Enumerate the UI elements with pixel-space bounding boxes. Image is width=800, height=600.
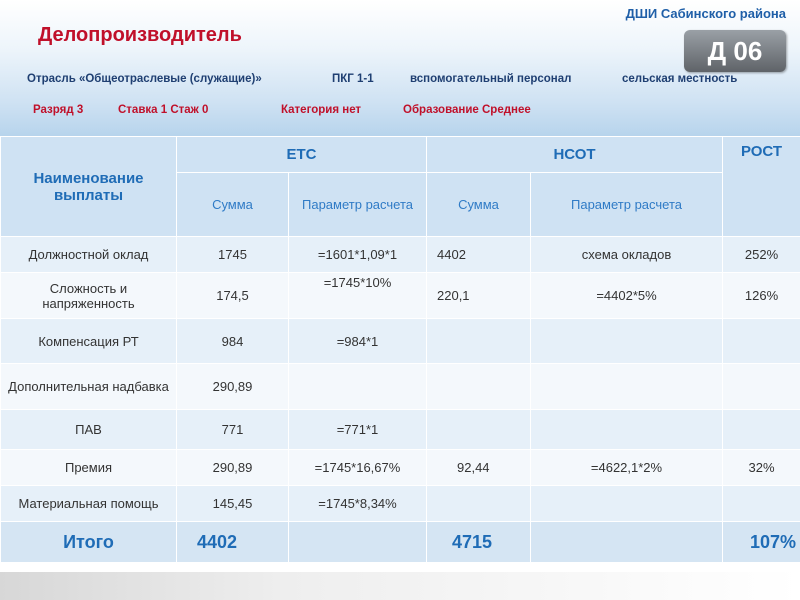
nsot-sum <box>426 485 531 522</box>
nsot-param: =4622,1*2% <box>530 449 723 486</box>
industry-label: Отрасль «Общеотраслевые (служащие)» <box>27 73 262 85</box>
ets-param <box>288 363 427 410</box>
ets-sum: 1745 <box>176 236 289 273</box>
nsot-param-header: Параметр расчета <box>530 172 723 237</box>
table-row: Материальная помощь 145,45 =1745*8,34% <box>0 485 800 522</box>
area-label: сельская местность <box>622 73 738 85</box>
ets-param: =1745*16,67% <box>288 449 427 486</box>
table-row: ПАВ 771 =771*1 <box>0 409 800 450</box>
nsot-sum <box>426 409 531 450</box>
pkg-label: ПКГ 1-1 <box>332 73 374 85</box>
growth-value: 32% <box>722 449 800 486</box>
staff-type-label: вспомогательный персонал <box>410 73 572 85</box>
category-label: Категория нет <box>281 104 362 116</box>
bottom-decorative-strip <box>0 572 800 600</box>
table-row: Сложность и напряженность 174,5 =1745*10… <box>0 272 800 319</box>
nsot-sum <box>426 363 531 410</box>
total-nsot-param <box>530 521 723 563</box>
total-growth: 107% <box>722 521 800 563</box>
ets-sum: 174,5 <box>176 272 289 319</box>
total-ets-sum: 4402 <box>176 521 289 563</box>
growth-value <box>722 318 800 364</box>
growth-value: 252% <box>722 236 800 273</box>
nsot-sum <box>426 318 531 364</box>
nsot-param <box>530 485 723 522</box>
ets-sum: 984 <box>176 318 289 364</box>
ets-sum: 290,89 <box>176 363 289 410</box>
education-label: Образование Среднее <box>403 104 531 116</box>
nsot-param: схема окладов <box>530 236 723 273</box>
payment-name: Сложность и напряженность <box>0 272 177 319</box>
growth-value <box>722 485 800 522</box>
ets-param: =984*1 <box>288 318 427 364</box>
payment-name: Должностной оклад <box>0 236 177 273</box>
ets-sum: 290,89 <box>176 449 289 486</box>
ets-sum: 771 <box>176 409 289 450</box>
nsot-sum-header: Сумма <box>426 172 531 237</box>
ets-sum-header: Сумма <box>176 172 289 237</box>
nsot-header: НСОТ <box>426 136 723 173</box>
organization-name: ДШИ Сабинского района <box>625 6 786 21</box>
ets-param: =1745*10% <box>288 272 427 319</box>
total-label: Итого <box>0 521 177 563</box>
payment-name: Премия <box>0 449 177 486</box>
table-row: Премия 290,89 =1745*16,67% 92,44 =4622,1… <box>0 449 800 486</box>
table-row: Дополнительная надбавка 290,89 <box>0 363 800 410</box>
total-ets-param <box>288 521 427 563</box>
nsot-param: =4402*5% <box>530 272 723 319</box>
growth-value: 126% <box>722 272 800 319</box>
nsot-sum: 220,1 <box>426 272 531 319</box>
ets-param: =1601*1,09*1 <box>288 236 427 273</box>
table-row: Компенсация РТ 984 =984*1 <box>0 318 800 364</box>
total-row: Итого 4402 4715 107% <box>0 521 800 563</box>
table-header-row: Наименование выплаты ЕТС НСОТ РОСТ <box>0 136 800 237</box>
nsot-sum: 4402 <box>426 236 531 273</box>
nsot-sum: 92,44 <box>426 449 531 486</box>
growth-value <box>722 409 800 450</box>
ets-sum: 145,45 <box>176 485 289 522</box>
ets-param: =771*1 <box>288 409 427 450</box>
growth-header: РОСТ <box>722 136 800 237</box>
ets-header: ЕТС <box>176 136 427 173</box>
payment-name: Компенсация РТ <box>0 318 177 364</box>
payment-name-header: Наименование выплаты <box>0 136 177 237</box>
payment-comparison-table: Наименование выплаты ЕТС НСОТ РОСТ Сумма… <box>0 136 800 563</box>
nsot-param <box>530 318 723 364</box>
total-nsot-sum: 4715 <box>426 521 531 563</box>
payment-name: Дополнительная надбавка <box>0 363 177 410</box>
rank-label: Разряд 3 <box>33 104 84 116</box>
payment-name: ПАВ <box>0 409 177 450</box>
position-code-badge: Д 06 <box>684 30 786 72</box>
ets-param: =1745*8,34% <box>288 485 427 522</box>
table-row: Должностной оклад 1745 =1601*1,09*1 4402… <box>0 236 800 273</box>
growth-value <box>722 363 800 410</box>
rate-experience-label: Ставка 1 Стаж 0 <box>118 104 209 116</box>
payment-name: Материальная помощь <box>0 485 177 522</box>
nsot-param <box>530 409 723 450</box>
ets-param-header: Параметр расчета <box>288 172 427 237</box>
nsot-param <box>530 363 723 410</box>
page-title: Делопроизводитель <box>38 24 242 46</box>
